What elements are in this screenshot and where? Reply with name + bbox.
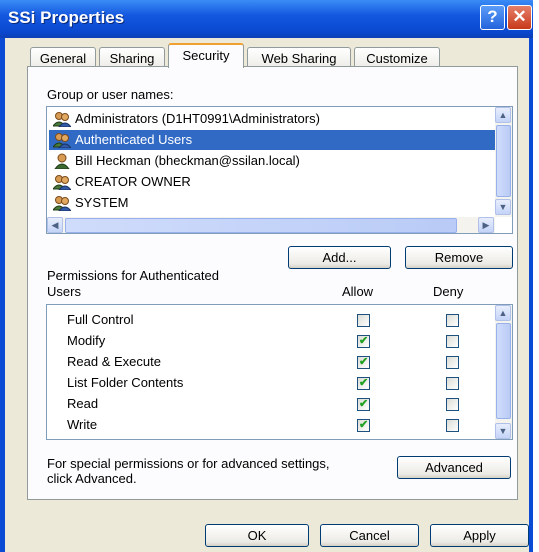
help-icon: ?: [487, 7, 498, 26]
advanced-hint-line2: click Advanced.: [47, 471, 137, 486]
window-title: SSi Properties: [8, 8, 125, 27]
group-list-item-label: SYSTEM: [75, 195, 129, 210]
apply-button[interactable]: Apply: [430, 524, 529, 547]
perm-scroll-down-icon[interactable]: ▼: [495, 423, 511, 439]
advanced-button[interactable]: Advanced: [397, 456, 511, 479]
tab-security-label: Security: [182, 48, 230, 63]
close-icon: ✕: [512, 7, 527, 26]
permission-name: Read & Execute: [67, 354, 161, 369]
group-list-item[interactable]: Administrators (D1HT0991\Administrators): [49, 109, 495, 129]
add-button[interactable]: Add...: [288, 246, 391, 269]
permission-allow-checkbox[interactable]: [357, 376, 370, 390]
remove-button[interactable]: Remove: [405, 246, 513, 269]
permissions-vscroll[interactable]: ▲ ▼: [495, 305, 512, 439]
permission-allow-checkbox[interactable]: [357, 355, 370, 369]
cancel-button[interactable]: Cancel: [320, 524, 419, 547]
help-button[interactable]: ?: [480, 5, 505, 30]
permissions-scroll-thumb[interactable]: [496, 323, 511, 419]
title-bar[interactable]: SSi Properties ? ✕: [0, 0, 533, 38]
group-list-item-label: CREATOR OWNER: [75, 174, 191, 189]
permission-allow-checkbox[interactable]: [357, 314, 370, 327]
group-list-item[interactable]: SYSTEM: [49, 193, 495, 213]
permission-name: Read: [67, 396, 99, 411]
scroll-right-icon[interactable]: ▶: [478, 217, 494, 233]
group-list-label: Group or user names:: [47, 87, 174, 102]
permission-name: Modify: [67, 333, 106, 348]
group-list-item-label: Administrators (D1HT0991\Administrators): [75, 111, 320, 126]
tab-customize-label: Customize: [366, 51, 428, 66]
group-icon: [53, 112, 71, 127]
group-list-item-label: Authenticated Users: [75, 132, 193, 147]
group-list-hscroll-thumb[interactable]: [65, 218, 457, 233]
tab-sharing-label: Sharing: [109, 51, 155, 66]
group-list-hscroll[interactable]: ◀ ▶: [47, 217, 495, 233]
allow-header: Allow: [342, 284, 374, 299]
scroll-left-icon[interactable]: ◀: [47, 217, 63, 233]
group-list-scroll-thumb[interactable]: [496, 125, 511, 197]
tab-security[interactable]: Security: [168, 43, 244, 68]
tab-web-sharing-label: Web Sharing: [261, 51, 337, 66]
tab-general-label: General: [39, 51, 87, 66]
permission-allow-checkbox[interactable]: [357, 418, 370, 432]
permission-name: Special Permissions: [67, 438, 184, 439]
advanced-hint-line1: For special permissions or for advanced …: [47, 456, 330, 471]
close-button[interactable]: ✕: [507, 5, 532, 30]
permission-deny-checkbox[interactable]: [446, 314, 459, 327]
permission-name: Write: [67, 417, 98, 432]
permissions-list[interactable]: Full Control Modify Read & Execute List Fol…: [46, 304, 513, 440]
user-icon: [54, 153, 70, 169]
permission-deny-checkbox[interactable]: [446, 377, 459, 390]
group-list-item[interactable]: Authenticated Users: [49, 130, 495, 150]
deny-header: Deny: [433, 284, 464, 299]
permission-name: Full Control: [67, 312, 134, 327]
group-list-item[interactable]: CREATOR OWNER: [49, 172, 495, 192]
group-list-item[interactable]: Bill Heckman (bheckman@ssilan.local): [49, 151, 495, 171]
group-icon: [53, 133, 71, 148]
scroll-down-icon[interactable]: ▼: [495, 199, 511, 215]
permission-allow-checkbox[interactable]: [357, 397, 370, 411]
permission-deny-checkbox[interactable]: [446, 398, 459, 411]
permission-allow-checkbox[interactable]: [357, 334, 370, 348]
permission-name: List Folder Contents: [67, 375, 184, 390]
permissions-label: Permissions for Authenticated: [47, 268, 219, 283]
perm-scroll-up-icon[interactable]: ▲: [495, 305, 511, 321]
permission-deny-checkbox[interactable]: [446, 419, 459, 432]
group-user-list[interactable]: Administrators (D1HT0991\Administrators)…: [46, 106, 513, 234]
permission-deny-checkbox[interactable]: [446, 356, 459, 369]
permission-deny-checkbox[interactable]: [446, 335, 459, 348]
group-list-vscroll[interactable]: ▲ ▼: [495, 107, 512, 217]
group-icon: [53, 196, 71, 211]
permissions-label-users: Users: [47, 284, 81, 299]
group-icon: [53, 175, 71, 190]
scroll-up-icon[interactable]: ▲: [495, 107, 511, 123]
group-list-item-label: Bill Heckman (bheckman@ssilan.local): [75, 153, 300, 168]
ok-button[interactable]: OK: [205, 524, 309, 547]
